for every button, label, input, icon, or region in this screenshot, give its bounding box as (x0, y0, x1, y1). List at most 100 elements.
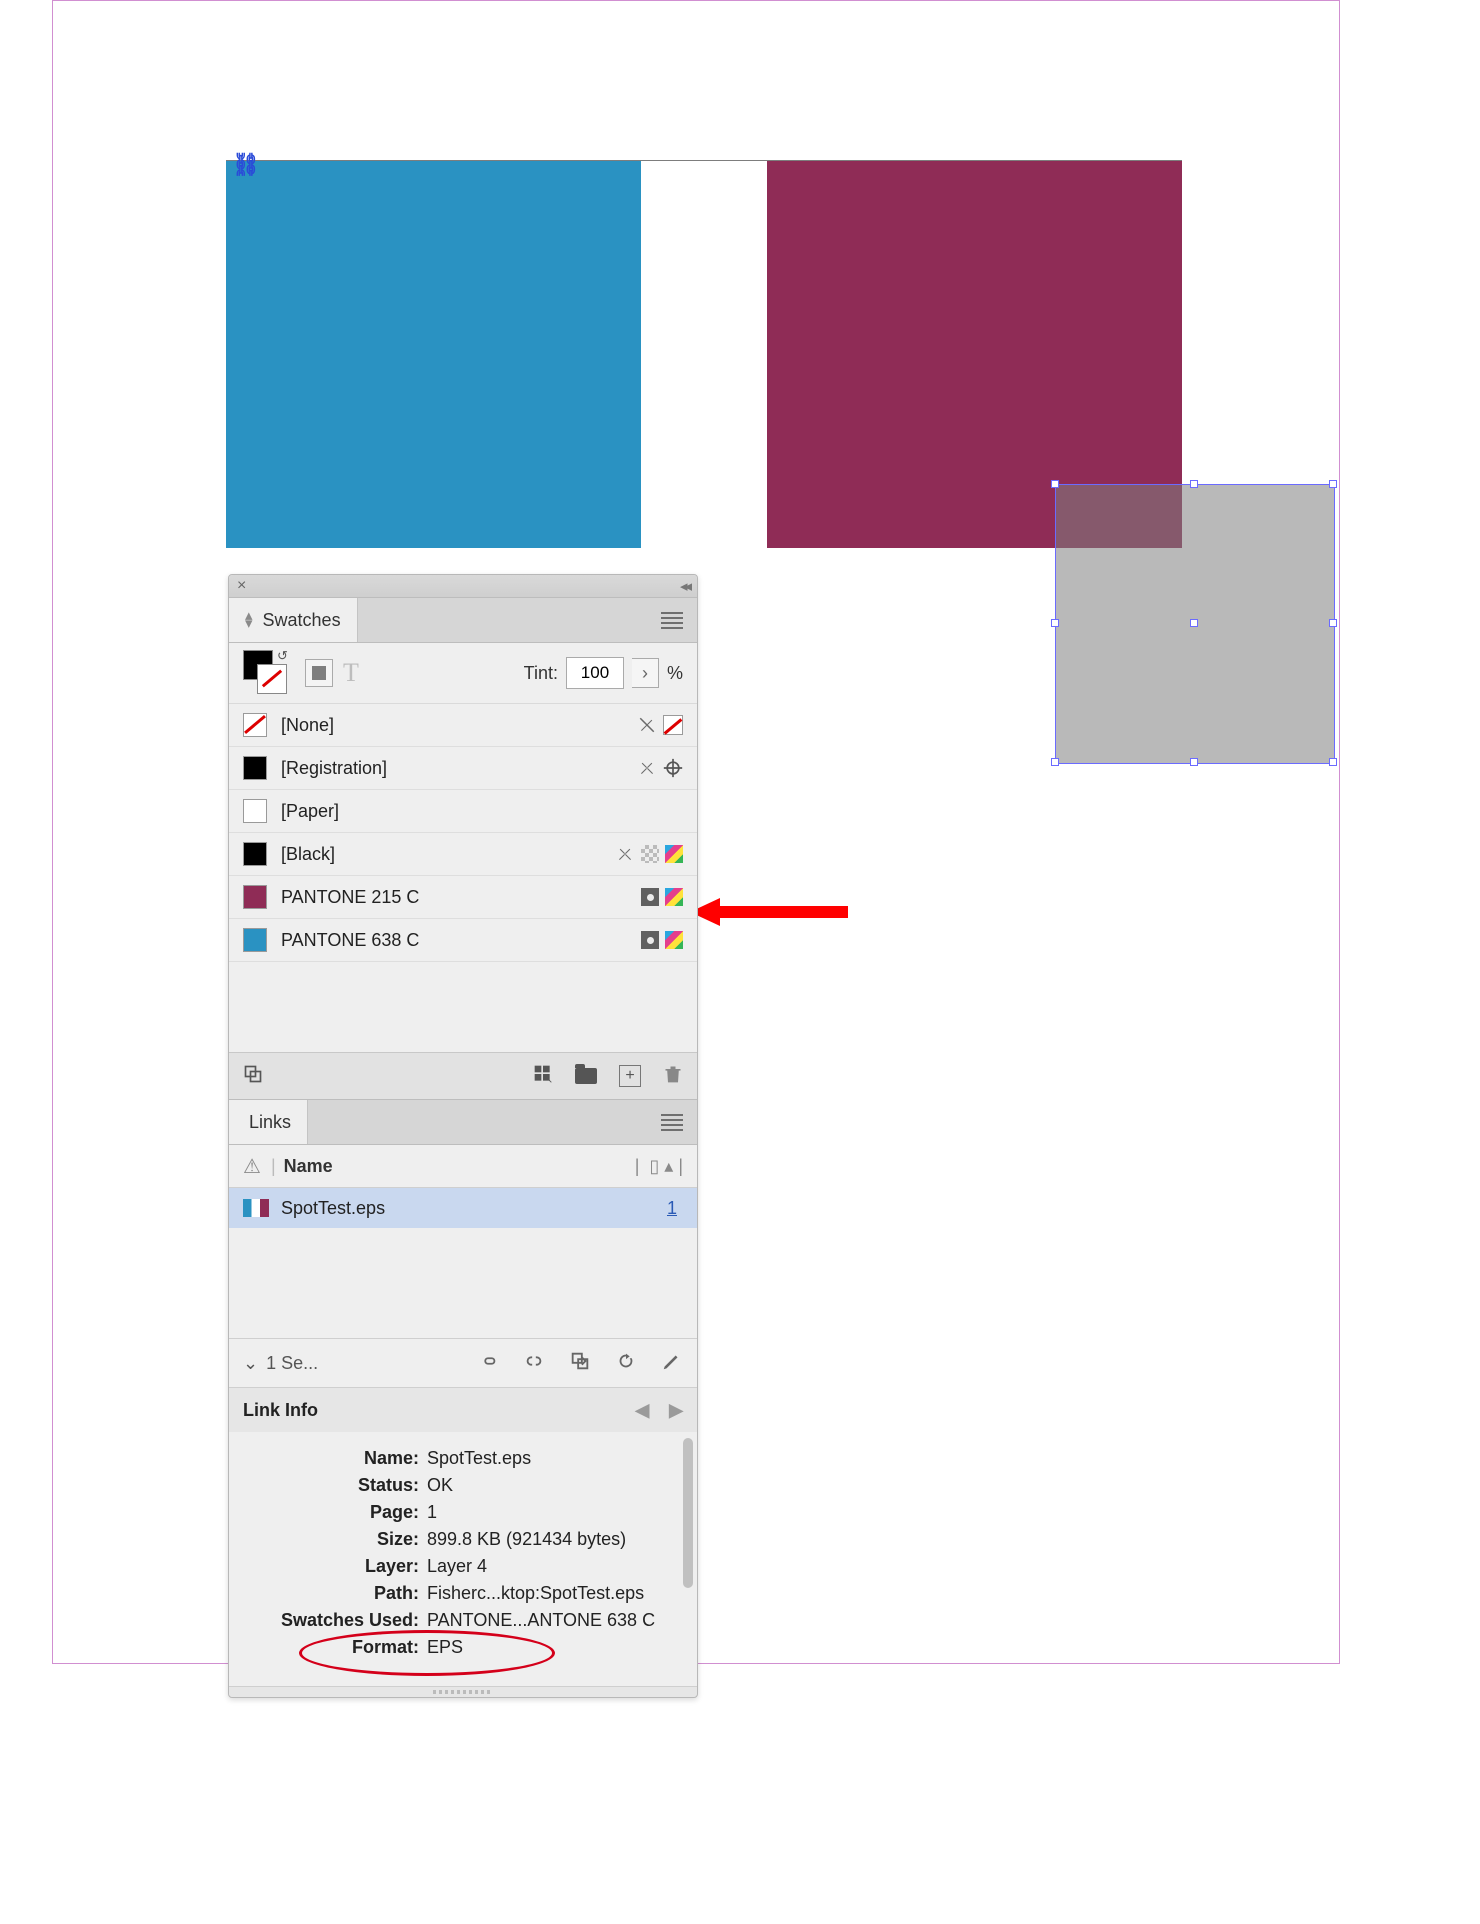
swatches-list: [None] [Registration] [Paper] (229, 704, 697, 1052)
swatch-chip (243, 928, 267, 952)
none-box-icon (663, 715, 683, 735)
selection-handle[interactable] (1190, 480, 1198, 488)
container-target-button[interactable] (305, 659, 333, 687)
prev-link-icon[interactable]: ◀ (635, 1400, 649, 1421)
tab-swatches[interactable]: ▴▾ Swatches (229, 598, 358, 642)
link-badge-icon: ⛓ (232, 152, 260, 178)
swatch-row-black[interactable]: [Black] (229, 833, 697, 876)
li-label: Path: (243, 1583, 427, 1604)
collapse-icon[interactable]: ◂◂ (680, 577, 689, 595)
li-value: 899.8 KB (921434 bytes) (427, 1529, 683, 1550)
registration-icon (663, 758, 683, 778)
panel-menu-icon[interactable] (661, 1114, 683, 1131)
selection-handle[interactable] (1051, 758, 1059, 766)
swatch-name: [Paper] (281, 801, 683, 822)
stroke-proxy[interactable] (257, 664, 287, 694)
panel-titlebar[interactable]: × ◂◂ (229, 575, 697, 598)
process-color-icon (665, 845, 683, 863)
delete-swatch-icon[interactable] (663, 1063, 683, 1090)
panel-resize-grip[interactable] (229, 1686, 697, 1697)
li-value: SpotTest.eps (427, 1448, 683, 1469)
swatch-chip (243, 756, 267, 780)
tint-input[interactable] (566, 657, 624, 689)
selection-handle[interactable] (1329, 758, 1337, 766)
annotation-arrow (690, 894, 850, 930)
tab-links[interactable]: Links (229, 1100, 308, 1144)
link-info-body: Name:SpotTest.eps Status:OK Page:1 Size:… (229, 1432, 697, 1686)
selection-handle[interactable] (1329, 619, 1337, 627)
placed-image-top-border (226, 160, 1182, 161)
swatch-name: PANTONE 638 C (281, 930, 641, 951)
swatch-chip (243, 842, 267, 866)
selection-handle[interactable] (1329, 480, 1337, 488)
panel-menu-icon[interactable] (661, 612, 683, 629)
page-column-icon: | ▯ ▴ | (635, 1156, 683, 1177)
canvas-stage: ⛓ × ◂◂ ▴▾ Swatches ↺ (0, 0, 1480, 1924)
edit-original-icon[interactable] (661, 1350, 683, 1377)
scrollbar-thumb[interactable] (683, 1438, 693, 1588)
process-color-icon (665, 888, 683, 906)
selection-center-handle[interactable] (1190, 619, 1198, 627)
placed-image-left (226, 160, 641, 548)
add-to-swatch-icon[interactable] (243, 1064, 263, 1089)
tint-stepper[interactable]: › (632, 658, 659, 688)
swatch-chip (243, 799, 267, 823)
selection-handle[interactable] (1190, 758, 1198, 766)
next-link-icon[interactable]: ▶ (669, 1400, 683, 1421)
process-color-icon (665, 931, 683, 949)
links-toolbar: ⌄1 Se... (229, 1338, 697, 1387)
swap-icon[interactable]: ↺ (277, 648, 288, 664)
swatches-options-row: ↺ T Tint: › % (229, 643, 697, 704)
li-value: PANTONE...ANTONE 638 C (427, 1610, 683, 1631)
links-body: ⚠ | Name | ▯ ▴ | SpotTest.eps 1 (229, 1145, 697, 1338)
swatch-row-pantone-215c[interactable]: PANTONE 215 C (229, 876, 697, 919)
li-label: Status: (243, 1475, 427, 1496)
li-label: Page: (243, 1502, 427, 1523)
new-swatch-button[interactable]: + (619, 1065, 641, 1087)
link-info-header[interactable]: Link Info ◀ ▶ (229, 1387, 697, 1432)
selection-handle[interactable] (1051, 619, 1059, 627)
tab-label: Links (249, 1112, 291, 1133)
tint-unit: % (667, 663, 683, 684)
tint-label: Tint: (524, 663, 558, 684)
text-target-button[interactable]: T (343, 658, 359, 688)
swatch-name: [None] (281, 715, 637, 736)
links-header-row[interactable]: ⚠ | Name | ▯ ▴ | (229, 1145, 697, 1188)
link-row[interactable]: SpotTest.eps 1 (229, 1188, 697, 1228)
li-label: Layer: (243, 1556, 427, 1577)
new-group-icon[interactable] (575, 1068, 597, 1084)
swatches-footer: + (229, 1052, 697, 1099)
noedit-icon (637, 758, 657, 778)
close-icon[interactable]: × (237, 578, 246, 594)
panel-stack: × ◂◂ ▴▾ Swatches ↺ T Tint: › % (228, 574, 698, 1698)
noedit-icon (615, 844, 635, 864)
li-value: 1 (427, 1502, 683, 1523)
warning-column-icon: ⚠ (243, 1154, 261, 1179)
spot-color-icon (641, 931, 659, 949)
swatch-row-pantone-638c[interactable]: PANTONE 638 C (229, 919, 697, 962)
swatch-name: [Black] (281, 844, 615, 865)
swatch-row-registration[interactable]: [Registration] (229, 747, 697, 790)
swatch-row-none[interactable]: [None] (229, 704, 697, 747)
update-link-icon[interactable] (615, 1350, 637, 1377)
swatch-chip (243, 885, 267, 909)
li-value: OK (427, 1475, 683, 1496)
tab-label: Swatches (263, 610, 341, 631)
link-info-title: Link Info (243, 1400, 318, 1421)
li-value: Layer 4 (427, 1556, 683, 1577)
selected-count[interactable]: ⌄1 Se... (243, 1353, 318, 1374)
fill-stroke-toggle[interactable]: ↺ (243, 650, 289, 696)
embed-icon[interactable] (569, 1350, 591, 1377)
swatch-name: PANTONE 215 C (281, 887, 641, 908)
link-thumbnail (243, 1199, 269, 1217)
links-header-name: Name (284, 1156, 333, 1177)
swatches-tabbar: ▴▾ Swatches (229, 598, 697, 643)
go-to-link-icon[interactable] (523, 1350, 545, 1377)
link-filename: SpotTest.eps (281, 1198, 667, 1219)
selection-handle[interactable] (1051, 480, 1059, 488)
show-options-icon[interactable] (533, 1064, 553, 1089)
link-page-number[interactable]: 1 (667, 1198, 677, 1219)
swatch-row-paper[interactable]: [Paper] (229, 790, 697, 833)
relink-icon[interactable] (477, 1350, 499, 1377)
li-label: Name: (243, 1448, 427, 1469)
